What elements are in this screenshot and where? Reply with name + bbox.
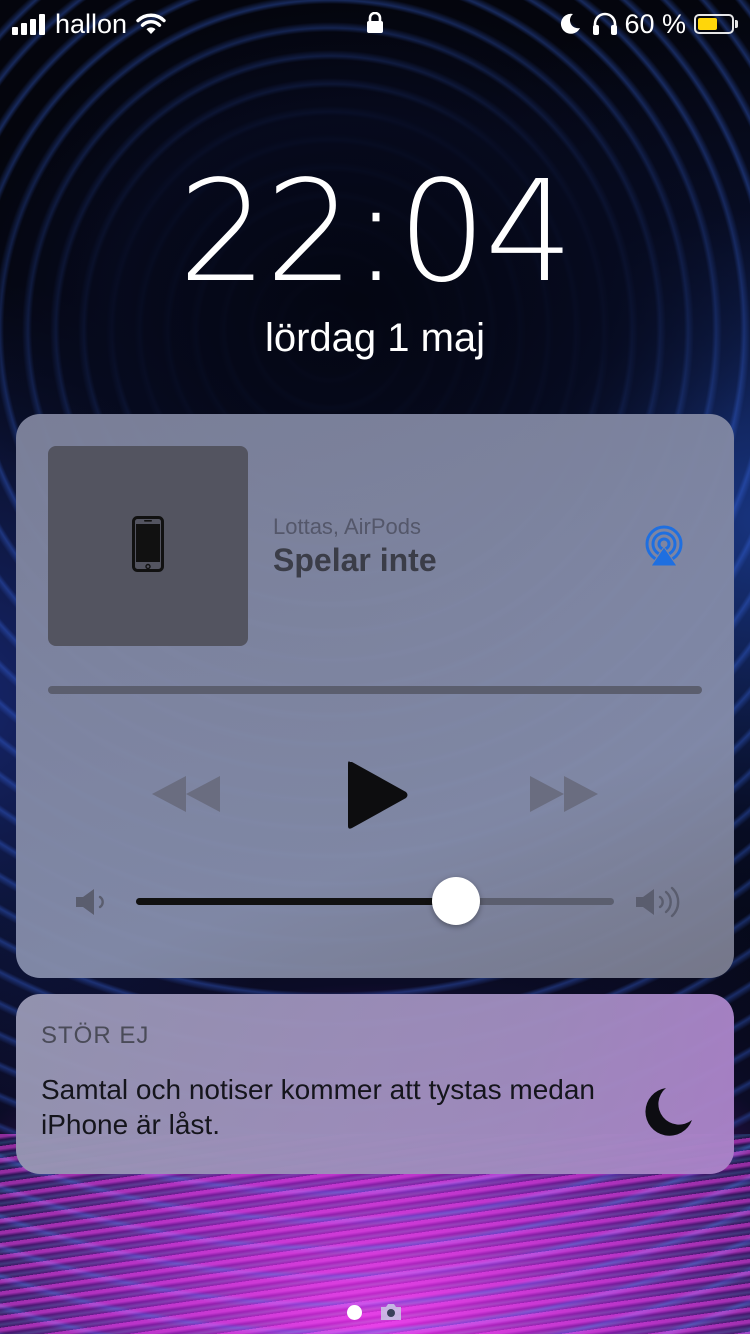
volume-fill <box>136 898 457 905</box>
iphone-icon <box>132 515 164 577</box>
play-button[interactable] <box>344 758 410 832</box>
battery-percent: 60 % <box>624 9 686 39</box>
volume-high-icon <box>634 886 684 923</box>
status-left: hallon <box>12 8 167 40</box>
status-bar: hallon 60 % <box>0 0 750 48</box>
battery-cap <box>735 20 738 28</box>
rewind-button[interactable] <box>150 772 222 816</box>
fast-forward-button[interactable] <box>528 772 600 816</box>
battery-icon <box>694 14 734 34</box>
play-icon <box>344 761 410 836</box>
moon-icon <box>558 12 582 36</box>
airplay-icon <box>642 525 686 572</box>
volume-low-icon <box>74 886 108 923</box>
now-playing-subtitle: Lottas, AirPods <box>273 514 421 539</box>
progress-scrubber[interactable] <box>48 686 702 694</box>
battery-fill <box>698 18 718 30</box>
headphones-icon <box>592 12 618 36</box>
now-playing-card: Lottas, AirPods Spelar inte <box>16 414 734 978</box>
lock-screen-date: lördag 1 maj <box>264 316 486 360</box>
lock-screen-time: 22:04 <box>178 151 573 314</box>
moon-icon <box>640 1086 694 1143</box>
status-right: 60 % <box>558 8 738 40</box>
wifi-icon <box>135 12 167 36</box>
now-playing-title: Spelar inte <box>273 542 437 578</box>
fast-forward-icon <box>528 776 600 820</box>
volume-slider[interactable] <box>136 877 614 925</box>
rewind-icon <box>150 776 222 820</box>
carrier-name: hallon <box>55 9 128 39</box>
dnd-message: Samtal och notiser kommer att tystas med… <box>41 1074 595 1140</box>
camera-icon[interactable] <box>379 1302 403 1327</box>
page-dot <box>347 1305 362 1320</box>
airplay-button[interactable] <box>642 524 686 568</box>
volume-thumb[interactable] <box>432 877 481 925</box>
artwork <box>48 446 248 646</box>
signal-icon <box>12 13 45 35</box>
lock-icon <box>366 12 384 34</box>
dnd-header: STÖR EJ <box>41 1022 150 1049</box>
do-not-disturb-card[interactable]: STÖR EJ Samtal och notiser kommer att ty… <box>16 994 734 1174</box>
